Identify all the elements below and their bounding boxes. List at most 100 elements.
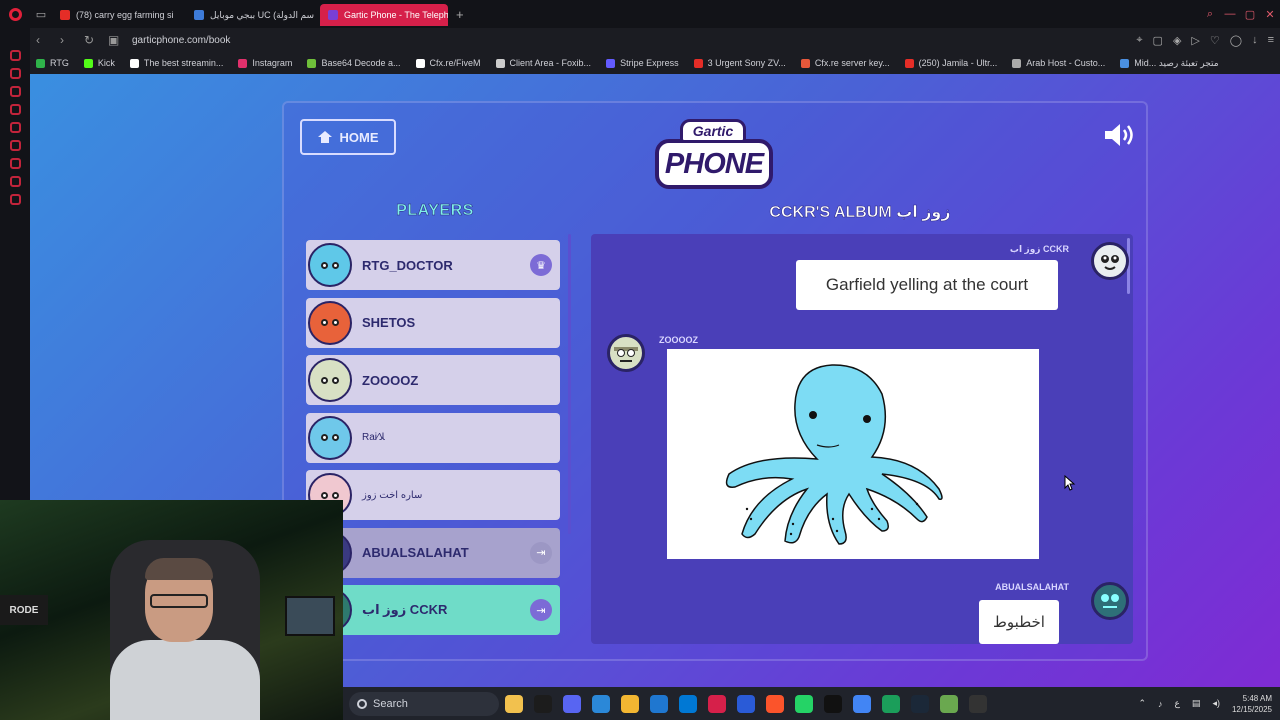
webcam-overlay: RODE xyxy=(0,500,343,720)
taskbar-app-icon[interactable] xyxy=(679,694,697,713)
player-card[interactable]: ساره اخت زوز xyxy=(306,470,560,520)
msg3-text: اخطبوط xyxy=(979,600,1059,644)
player-card[interactable]: RTG_DOCTOR ♛ xyxy=(306,240,560,290)
abualsalahat-avatar xyxy=(1091,582,1129,620)
forward-icon[interactable]: › xyxy=(60,33,72,47)
back-icon[interactable]: ‹ xyxy=(36,33,48,47)
bookmark-item[interactable]: Mid... متجر تعبئة رصيد xyxy=(1120,58,1219,69)
home-button[interactable]: HOME xyxy=(300,119,396,155)
menu-icon[interactable]: ≡ xyxy=(1268,34,1274,47)
player-card[interactable]: Rai⁄ﻼ xyxy=(306,412,560,463)
players-scrollbar[interactable] xyxy=(568,234,571,534)
snapshot-icon[interactable]: ▢ xyxy=(1153,34,1163,47)
kick-player-icon[interactable]: ⇥ xyxy=(530,599,552,621)
bookmark-item[interactable]: The best streamin... xyxy=(129,58,223,68)
bookmark-favicon-icon xyxy=(495,58,505,68)
sidebar-aria-icon[interactable] xyxy=(9,104,21,115)
player-avatar xyxy=(308,243,352,287)
player-card[interactable]: ABUALSALAHAT ⇥ xyxy=(306,527,560,578)
adblock-icon[interactable]: ◈ xyxy=(1173,34,1181,47)
album-feed: زوز اب CCKR Garfield yelling at the cour… xyxy=(591,234,1133,644)
taskbar-app-icon[interactable] xyxy=(795,694,813,713)
bookmark-item[interactable]: Instagram xyxy=(238,58,292,68)
taskbar-app-icon[interactable] xyxy=(650,694,668,713)
new-tab-button[interactable]: + xyxy=(448,7,472,22)
tray-clock[interactable]: 5:48 AM 12/15/2025 xyxy=(1232,693,1272,715)
taskbar-app-icon[interactable] xyxy=(708,694,726,713)
bookmark-favicon-icon xyxy=(800,58,810,68)
clock-time: 5:48 AM xyxy=(1242,693,1272,703)
bookmarks-bar: RTG Kick The best streamin... Instagram Base… xyxy=(30,52,1280,74)
taskbar-app-icon[interactable] xyxy=(505,694,523,713)
clock-date: 12/15/2025 xyxy=(1231,704,1272,714)
tray-network-icon[interactable]: ▤ xyxy=(1192,698,1201,709)
taskbar-app-icon[interactable] xyxy=(563,694,581,713)
browser-tab[interactable]: Gartic Phone - The Teleph xyxy=(320,4,448,26)
taskbar-app-icon[interactable] xyxy=(737,694,755,713)
bookmark-label: Cfx.re server key... xyxy=(814,58,890,68)
taskbar-search[interactable]: Search xyxy=(349,691,499,716)
tray-chevron-icon[interactable]: ⌃ xyxy=(1139,698,1147,709)
sidebar-messenger-icon[interactable] xyxy=(9,68,21,79)
taskbar-app-icon[interactable] xyxy=(882,694,900,713)
sidebar-settings-icon[interactable] xyxy=(9,194,21,205)
bookmark-item[interactable]: Cfx.re/FiveM xyxy=(415,58,481,68)
bookmark-item[interactable]: Stripe Express xyxy=(606,58,679,68)
player-card[interactable]: ZOOOOZ xyxy=(306,355,560,405)
url-field[interactable]: garticphone.com/book xyxy=(132,35,230,46)
taskbar-app-icon[interactable] xyxy=(534,694,552,713)
sidebar-player-icon[interactable] xyxy=(9,140,21,151)
pin-icon[interactable]: ⌖ xyxy=(1136,34,1142,47)
taskbar-app-icon[interactable] xyxy=(911,694,929,713)
profile-icon[interactable]: ◯ xyxy=(1230,34,1242,47)
bookmark-item[interactable]: Arab Host - Custo... xyxy=(1012,58,1105,68)
taskbar-app-icon[interactable] xyxy=(621,694,639,713)
opera-logo-icon[interactable] xyxy=(0,0,30,28)
flow-icon[interactable]: ▷ xyxy=(1191,34,1199,47)
browser-tab[interactable]: ببجي موبايل UC (اسم الدولة xyxy=(186,4,314,26)
taskbar-app-icon[interactable] xyxy=(824,694,842,713)
bookmark-item[interactable]: Client Area - Foxib... xyxy=(495,58,591,68)
sidebar-extensions-icon[interactable] xyxy=(9,176,21,187)
tab-favicon-icon xyxy=(60,10,70,20)
player-card[interactable]: SHETOS xyxy=(306,297,560,348)
sidebar-twitch-icon[interactable] xyxy=(9,122,21,133)
sound-icon[interactable] xyxy=(1103,123,1135,147)
search-tabs-icon[interactable]: ⌕ xyxy=(1200,8,1220,21)
octopus-drawing xyxy=(667,349,1039,559)
browser-tab[interactable]: (78) carry egg farming si xyxy=(52,4,180,26)
taskbar-app-icon[interactable] xyxy=(969,694,987,713)
bookmark-heart-icon[interactable]: ♡ xyxy=(1210,34,1220,47)
bookmark-item[interactable]: Base64 Decode a... xyxy=(307,58,401,68)
bookmark-item[interactable]: (250) Jamila - Ultr... xyxy=(904,58,997,68)
tray-language[interactable]: ع xyxy=(1175,698,1180,709)
tab-favicon-icon xyxy=(194,10,204,20)
reload-icon[interactable]: ↻ xyxy=(84,33,96,47)
minimize-icon[interactable]: — xyxy=(1220,8,1240,21)
bookmark-item[interactable]: Kick xyxy=(83,58,115,68)
bookmark-item[interactable]: 3 Urgent Sony ZV... xyxy=(693,58,786,68)
bookmark-label: Base64 Decode a... xyxy=(321,58,401,68)
host-crown-icon: ♛ xyxy=(530,254,552,276)
streamer-hair xyxy=(145,558,213,580)
close-window-icon[interactable]: ✕ xyxy=(1260,8,1280,21)
tray-mic-icon[interactable]: ♪ xyxy=(1158,699,1163,709)
maximize-icon[interactable]: ▢ xyxy=(1240,8,1260,21)
site-info-icon[interactable]: ▣ xyxy=(108,33,120,47)
player-card[interactable]: زوز اب CCKR ⇥ xyxy=(306,585,560,635)
download-icon[interactable]: ↓ xyxy=(1252,34,1258,47)
sidebar-clock-icon[interactable] xyxy=(9,158,21,169)
taskbar-app-icon[interactable] xyxy=(940,694,958,713)
tab-menu-icon[interactable]: ▭ xyxy=(30,0,52,28)
sidebar-history-icon[interactable] xyxy=(9,50,21,61)
bookmark-item[interactable]: Cfx.re server key... xyxy=(800,58,890,68)
taskbar-app-icon[interactable] xyxy=(853,694,871,713)
bookmark-item[interactable]: RTG xyxy=(36,58,69,68)
taskbar-app-icon[interactable] xyxy=(592,694,610,713)
taskbar-app-icon[interactable] xyxy=(766,694,784,713)
tray-volume-icon[interactable]: ◂) xyxy=(1212,698,1220,709)
kick-player-icon[interactable]: ⇥ xyxy=(530,541,552,564)
bookmark-favicon-icon xyxy=(904,58,914,68)
sidebar-mail-icon[interactable] xyxy=(9,86,21,97)
mouse-cursor-icon xyxy=(1064,475,1076,491)
